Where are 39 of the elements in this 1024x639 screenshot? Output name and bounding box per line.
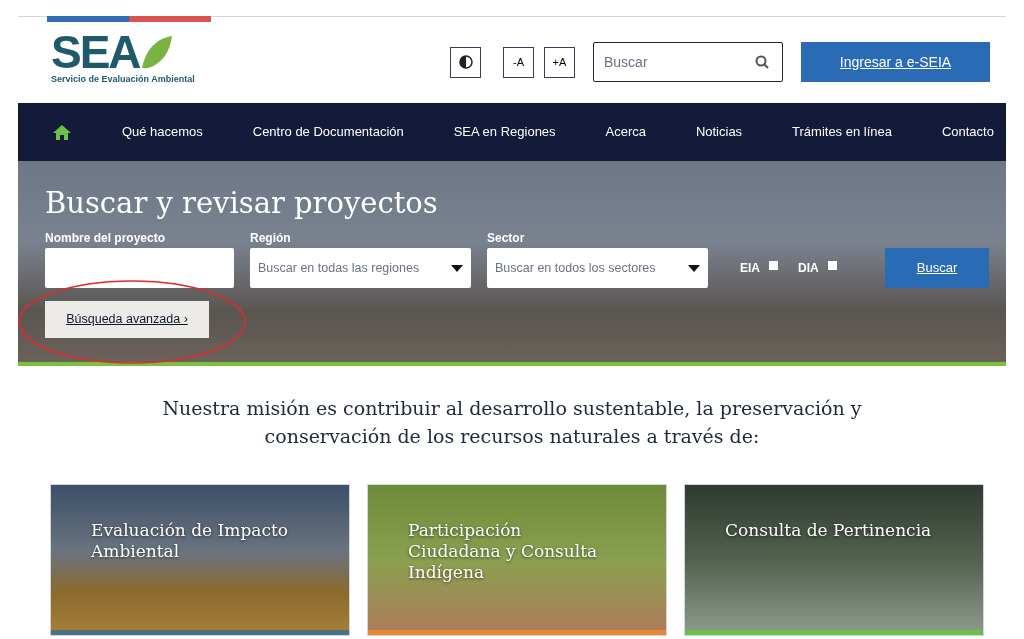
checkbox[interactable]	[769, 260, 778, 270]
mission-text: Nuestra misión es contribuir al desarrollo sustentable, la preservación y conservación de los recursos naturales a través de:	[161, 396, 863, 449]
contrast-button[interactable]	[450, 46, 481, 78]
hero-title: Buscar y revisar proyectos	[45, 185, 439, 221]
card-title: Consulta de Pertinencia	[724, 519, 933, 542]
font-smaller-button[interactable]: -A	[503, 46, 534, 78]
field-label: Nombre del proyecto	[45, 230, 167, 247]
nav-link[interactable]: Acerca	[605, 122, 646, 142]
input-field[interactable]	[45, 248, 234, 288]
dropdown-field[interactable]: Buscar en todas las regiones	[250, 248, 471, 288]
logo-text: SEA	[51, 32, 140, 72]
topic-card[interactable]: Evaluación de Impacto Ambiental	[50, 484, 350, 636]
nav-link[interactable]: Noticias	[695, 122, 743, 142]
topic-card[interactable]: Consulta de Pertinencia	[684, 484, 984, 636]
caret-icon	[451, 264, 463, 272]
nav-link[interactable]: Contacto	[941, 122, 994, 142]
nav-link[interactable]: SEA en Regiones	[453, 122, 556, 142]
login-button[interactable]: Ingresar a e-SEIA	[801, 42, 990, 82]
field-label: Región	[250, 230, 292, 247]
leaf-icon	[139, 34, 174, 70]
card-title: Evaluación de Impacto Ambiental	[90, 519, 289, 563]
card-title: Participación Ciudadana y Consulta Indígena	[407, 519, 599, 584]
advanced-search-button[interactable]: Búsqueda avanzada ›	[45, 301, 209, 338]
nav-link[interactable]: Trámites en línea	[792, 122, 892, 142]
caret-icon	[688, 264, 700, 272]
nav-link[interactable]: Qué hacemos	[121, 122, 203, 142]
nav-link[interactable]: Centro de Documentación	[252, 122, 404, 142]
home-icon[interactable]	[52, 123, 72, 141]
checkbox[interactable]	[827, 260, 837, 270]
contrast-icon	[458, 55, 473, 69]
logo-subtitle: Servicio de Evaluación Ambiental	[51, 73, 196, 86]
font-larger-button[interactable]: +A	[544, 46, 575, 78]
checkbox-label: DIA	[798, 260, 819, 277]
search-field[interactable]: Buscar	[593, 42, 783, 82]
checkbox-label: EIA	[740, 260, 760, 277]
search-button[interactable]: Buscar	[885, 248, 989, 288]
dropdown-field[interactable]: Buscar en todos los sectores	[487, 248, 708, 288]
field-label: Sector	[487, 230, 526, 247]
search-icon	[755, 55, 769, 69]
